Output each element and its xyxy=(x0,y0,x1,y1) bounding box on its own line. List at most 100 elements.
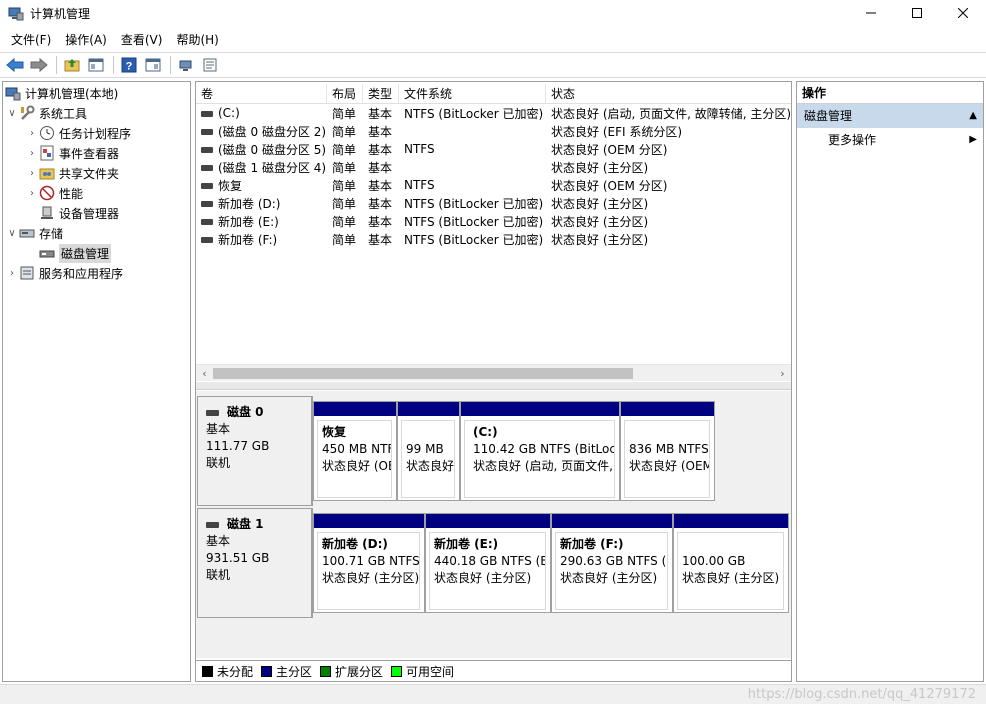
help-button[interactable]: ? xyxy=(118,55,140,75)
legend-swatch-extended xyxy=(320,665,332,677)
tree-item-storage[interactable]: ∨ 存储 xyxy=(5,223,63,243)
table-row[interactable]: 恢复 简单 基本 NTFS 状态良好 (OEM 分区) xyxy=(196,176,791,194)
tree-label: 计算机管理(本地) xyxy=(25,86,119,101)
tree-label: 性能 xyxy=(59,186,84,201)
computer-management-icon xyxy=(5,87,21,101)
menu-bar: 文件(F) 操作(A) 查看(V) 帮助(H) xyxy=(0,28,986,50)
disk-0-label[interactable]: 磁盘 0 基本 111.77 GB 联机 xyxy=(197,396,313,506)
tree-item-root[interactable]: 计算机管理(本地) xyxy=(5,83,118,103)
chevron-right-icon[interactable]: › xyxy=(25,168,39,179)
disk-icon xyxy=(206,521,219,528)
device-manager-icon xyxy=(41,206,53,219)
legend-item: 扩展分区 xyxy=(320,663,383,680)
volume-icon xyxy=(201,147,213,153)
menu-file[interactable]: 文件(F) xyxy=(4,29,58,50)
close-icon xyxy=(958,8,968,18)
pane-splitter[interactable] xyxy=(196,382,791,390)
tree-label: 服务和应用程序 xyxy=(39,266,124,281)
window-title: 计算机管理 xyxy=(30,6,91,21)
column-layout[interactable]: 布局 xyxy=(327,84,363,104)
partition-f[interactable]: 新加卷 (F:)290.63 GB NTFS (BitLocker 已加密)状态… xyxy=(551,513,673,613)
partition-e[interactable]: 新加卷 (E:)440.18 GB NTFS (BitLocker 已加密)状态… xyxy=(425,513,551,613)
forward-icon xyxy=(30,57,48,73)
scrollbar-thumb[interactable] xyxy=(213,368,633,379)
computer-management-icon xyxy=(8,7,24,21)
menu-view[interactable]: 查看(V) xyxy=(114,29,170,50)
table-row[interactable]: (磁盘 0 磁盘分区 2) 简单 基本 状态良好 (EFI 系统分区) xyxy=(196,122,791,140)
properties-button[interactable] xyxy=(142,55,164,75)
tree-item-services-apps[interactable]: › 服务和应用程序 xyxy=(5,263,123,283)
actions-section-disk-management[interactable]: 磁盘管理 ▲ xyxy=(797,104,983,128)
chevron-right-icon[interactable]: › xyxy=(25,188,39,199)
disk-graphical-view: 磁盘 0 基本 111.77 GB 联机 恢复450 MB NTFS状态良好 (… xyxy=(196,391,791,658)
menu-action[interactable]: 操作(A) xyxy=(58,29,114,50)
show-hide-tree-button[interactable] xyxy=(85,55,107,75)
partition-efi[interactable]: ​99 MB状态良好 (EFI 系统分区) xyxy=(397,401,460,501)
volume-icon xyxy=(201,201,213,207)
title-bar: 计算机管理 xyxy=(0,0,986,26)
export-list-button[interactable] xyxy=(199,55,221,75)
toolbar-separator xyxy=(56,56,57,74)
scroll-right-icon[interactable]: › xyxy=(774,365,791,382)
disk-1-label[interactable]: 磁盘 1 基本 931.51 GB 联机 xyxy=(197,508,313,618)
legend-swatch-free xyxy=(391,665,403,677)
close-button[interactable] xyxy=(940,0,986,26)
tree-item-shared-folders[interactable]: › 共享文件夹 xyxy=(25,163,119,183)
table-row[interactable]: 新加卷 (D:) 简单 基本 NTFS (BitLocker 已加密) 状态良好… xyxy=(196,194,791,212)
tree-label: 任务计划程序 xyxy=(59,126,132,141)
more-actions-item[interactable]: 更多操作 ▶ xyxy=(797,128,983,152)
chevron-right-icon[interactable]: › xyxy=(25,128,39,139)
table-row[interactable]: (磁盘 1 磁盘分区 4) 简单 基本 状态良好 (主分区) xyxy=(196,158,791,176)
collapse-up-icon[interactable]: ▲ xyxy=(969,104,977,128)
volume-icon xyxy=(201,110,213,117)
column-status[interactable]: 状态 xyxy=(546,84,791,104)
menu-help[interactable]: 帮助(H) xyxy=(169,29,225,50)
up-level-button[interactable] xyxy=(61,55,83,75)
horizontal-scrollbar[interactable]: ‹ › xyxy=(196,364,791,381)
table-row[interactable]: 新加卷 (E:) 简单 基本 NTFS (BitLocker 已加密) 状态良好… xyxy=(196,212,791,230)
table-row[interactable]: (C:) 简单 基本 NTFS (BitLocker 已加密) 状态良好 (启动… xyxy=(196,104,791,122)
chevron-down-icon[interactable]: ∨ xyxy=(5,228,19,239)
column-type[interactable]: 类型 xyxy=(363,84,399,104)
tree-label: 系统工具 xyxy=(39,106,88,121)
tree-item-system-tools[interactable]: ∨ 系统工具 xyxy=(5,103,87,123)
status-bar: https://blog.csdn.net/qq_41279172 xyxy=(0,684,986,704)
back-icon xyxy=(6,57,24,73)
connect-button[interactable] xyxy=(175,55,197,75)
tools-icon xyxy=(21,105,35,120)
minimize-button[interactable] xyxy=(848,0,894,26)
partition-c[interactable]: (C:)110.42 GB NTFS (BitLocker 已加密)状态良好 (… xyxy=(460,401,620,501)
legend-swatch-primary xyxy=(261,665,273,677)
chevron-right-icon[interactable]: › xyxy=(25,148,39,159)
legend-item: 主分区 xyxy=(261,663,312,680)
up-folder-icon xyxy=(64,59,80,72)
partition-recovery[interactable]: 恢复450 MB NTFS状态良好 (OEM 分区) xyxy=(313,401,397,501)
tree-item-performance[interactable]: › 性能 xyxy=(25,183,83,203)
toolbar-separator xyxy=(170,56,171,74)
maximize-button[interactable] xyxy=(894,0,940,26)
table-row[interactable]: 新加卷 (F:) 简单 基本 NTFS (BitLocker 已加密) 状态良好… xyxy=(196,230,791,248)
volume-icon xyxy=(201,219,213,225)
partition-unnamed[interactable]: ​100.00 GB状态良好 (主分区) xyxy=(673,513,789,613)
column-filesystem[interactable]: 文件系统 xyxy=(399,84,546,104)
back-button[interactable] xyxy=(4,55,26,75)
tree-item-device-manager[interactable]: 设备管理器 xyxy=(39,203,119,223)
maximize-icon xyxy=(912,8,922,18)
partition-oem[interactable]: ​836 MB NTFS状态良好 (OEM 分区) xyxy=(620,401,715,501)
event-viewer-icon xyxy=(40,145,54,161)
tree-label: 设备管理器 xyxy=(59,206,120,221)
submenu-arrow-icon: ▶ xyxy=(969,134,977,145)
forward-button[interactable] xyxy=(28,55,50,75)
actions-pane: 操作 磁盘管理 ▲ 更多操作 ▶ xyxy=(796,81,984,682)
scroll-left-icon[interactable]: ‹ xyxy=(196,365,213,382)
chevron-down-icon[interactable]: ∨ xyxy=(5,108,19,119)
table-row[interactable]: (磁盘 0 磁盘分区 5) 简单 基本 NTFS 状态良好 (OEM 分区) xyxy=(196,140,791,158)
partition-d[interactable]: 新加卷 (D:) 100.71 GB NTFS 状态良好 (主分区) xyxy=(313,513,425,613)
volume-icon xyxy=(201,183,213,189)
column-volume[interactable]: 卷 xyxy=(196,84,327,104)
minimize-icon xyxy=(866,12,876,14)
chevron-right-icon[interactable]: › xyxy=(5,268,19,279)
tree-item-task-scheduler[interactable]: › 任务计划程序 xyxy=(25,123,131,143)
tree-item-disk-management[interactable]: 磁盘管理 xyxy=(39,243,112,263)
tree-item-event-viewer[interactable]: › 事件查看器 xyxy=(25,143,119,163)
